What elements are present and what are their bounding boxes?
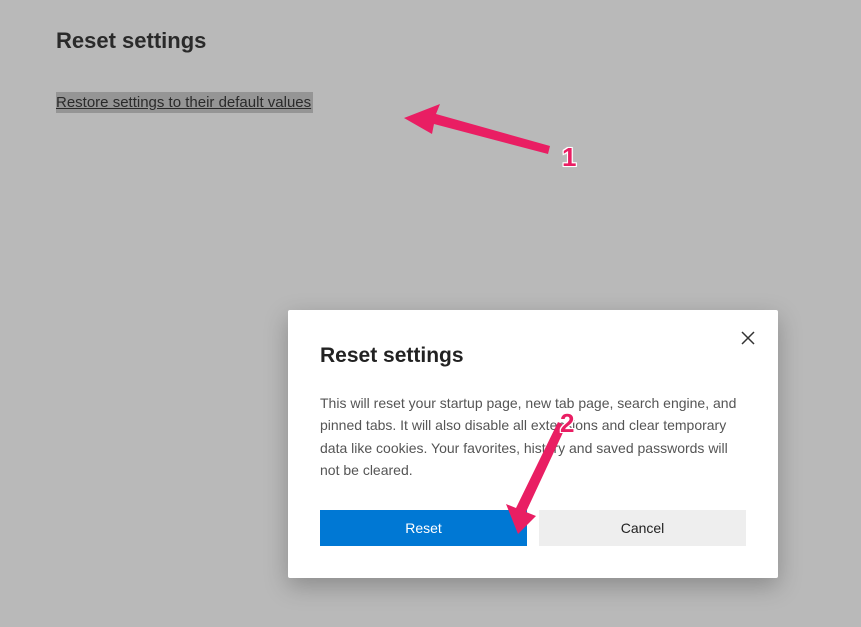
reset-button[interactable]: Reset <box>320 510 527 546</box>
annotation-label-1: 1 <box>562 142 576 173</box>
restore-settings-link[interactable]: Restore settings to their default values <box>56 92 313 113</box>
annotation-label-2: 2 <box>560 408 574 439</box>
dialog-title: Reset settings <box>320 344 746 368</box>
close-button[interactable] <box>736 326 760 350</box>
annotation-arrow-1 <box>400 98 560 158</box>
page-title: Reset settings <box>56 28 206 54</box>
close-icon <box>741 331 755 345</box>
